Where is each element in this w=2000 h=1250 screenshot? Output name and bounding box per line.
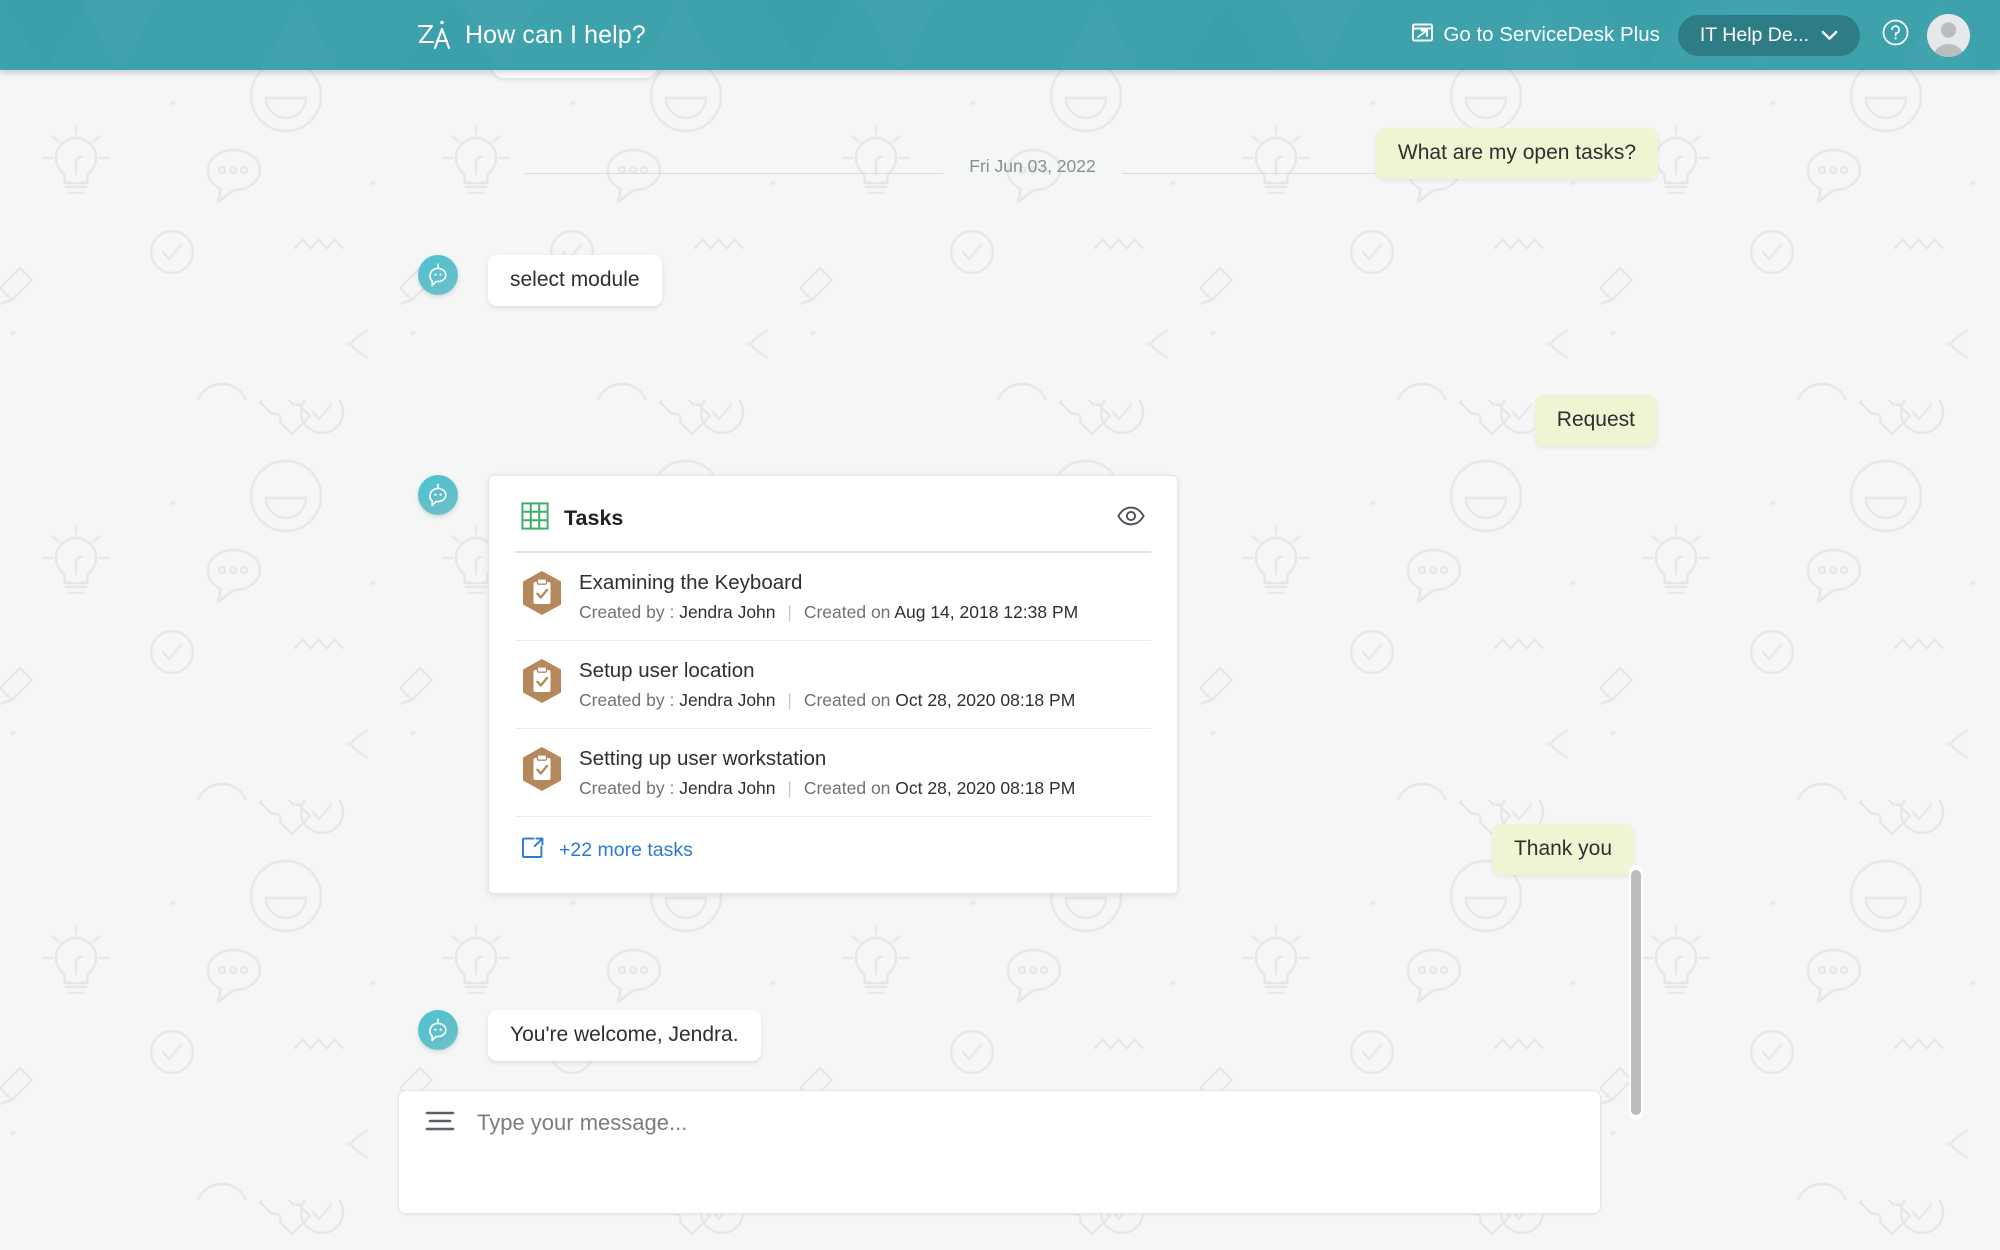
department-selector[interactable]: IT Help De... <box>1678 15 1860 56</box>
task-list-item[interactable]: Setup user location Created by : Jendra … <box>515 641 1151 729</box>
task-title: Setting up user workstation <box>579 747 1075 771</box>
header-actions: Go to ServiceDesk Plus IT Help De... <box>1411 0 1970 70</box>
external-link-icon <box>1411 21 1434 50</box>
message-input[interactable] <box>477 1110 1377 1136</box>
help-question-icon[interactable] <box>1882 19 1909 51</box>
chat-message-bot: You're welcome, Jendra. <box>488 1010 761 1061</box>
created-by-label: Created by : <box>579 602 674 622</box>
chat-scrollbar-thumb[interactable] <box>1631 870 1641 1115</box>
created-by-label: Created by : <box>579 778 674 798</box>
tasks-card: Tasks <box>488 475 1178 894</box>
grid-green-icon <box>521 502 549 535</box>
more-tasks-link[interactable]: +22 more tasks <box>559 839 693 862</box>
created-on-value: Oct 28, 2020 08:18 PM <box>895 690 1075 710</box>
more-tasks-row[interactable]: +22 more tasks <box>515 817 1151 873</box>
user-avatar[interactable] <box>1927 14 1970 57</box>
eye-icon[interactable] <box>1117 506 1145 531</box>
chat-message-list: Fri Jun 03, 2022 What are my open tasks?… <box>0 70 2000 1250</box>
task-meta: Created by : Jendra John | Created on Oc… <box>579 690 1075 711</box>
meta-separator: | <box>780 690 799 710</box>
created-on-label: Created on <box>804 778 891 798</box>
chat-message-user: Thank you <box>1492 824 1634 875</box>
chat-message-user: What are my open tasks? <box>1376 128 1658 179</box>
chat-message-user: Request <box>1535 395 1657 446</box>
created-by-label: Created by : <box>579 690 674 710</box>
tasks-card-row: Tasks <box>418 475 1178 894</box>
task-meta: Created by : Jendra John | Created on Au… <box>579 602 1078 623</box>
go-to-servicedesk-label: Go to ServiceDesk Plus <box>1443 23 1659 47</box>
chat-message-bot: select module <box>488 255 662 306</box>
bot-face-icon <box>418 1010 458 1050</box>
chat-message-bot-row: select module <box>418 255 662 306</box>
task-title: Examining the Keyboard <box>579 571 1078 595</box>
bot-face-icon <box>418 475 458 515</box>
go-to-servicedesk-link[interactable]: Go to ServiceDesk Plus <box>1411 21 1659 50</box>
task-meta: Created by : Jendra John | Created on Oc… <box>579 778 1075 799</box>
divider-line-left <box>525 173 943 174</box>
clipboard-check-hex-icon <box>521 658 563 709</box>
tasks-card-header: Tasks <box>515 498 1151 551</box>
zia-logo-icon <box>415 18 451 52</box>
page-title: How can I help? <box>465 21 646 50</box>
department-label: IT Help De... <box>1700 24 1809 47</box>
clipboard-check-hex-icon <box>521 570 563 621</box>
clipboard-check-hex-icon <box>521 746 563 797</box>
task-title: Setup user location <box>579 659 1075 683</box>
message-composer <box>398 1090 1601 1214</box>
created-on-value: Oct 28, 2020 08:18 PM <box>895 778 1075 798</box>
created-by-value: Jendra John <box>679 778 775 798</box>
chat-message-bot-row: You're welcome, Jendra. <box>418 1010 761 1061</box>
chat-pane: Fri Jun 03, 2022 What are my open tasks?… <box>0 70 2000 1250</box>
created-by-value: Jendra John <box>679 690 775 710</box>
chevron-down-icon <box>1821 24 1838 47</box>
created-by-value: Jendra John <box>679 602 775 622</box>
date-divider-label: Fri Jun 03, 2022 <box>943 156 1121 177</box>
menu-lines-icon[interactable] <box>425 1110 455 1137</box>
header-brand: How can I help? <box>415 0 646 70</box>
created-on-label: Created on <box>804 690 891 710</box>
created-on-value: Aug 14, 2018 12:38 PM <box>894 602 1078 622</box>
task-list-item[interactable]: Examining the Keyboard Created by : Jend… <box>515 553 1151 641</box>
app-header: How can I help? Go to ServiceDesk Plus I… <box>0 0 2000 70</box>
bot-face-icon <box>418 255 458 295</box>
open-external-icon <box>521 836 545 865</box>
task-list-item[interactable]: Setting up user workstation Created by :… <box>515 729 1151 817</box>
tasks-card-title: Tasks <box>564 506 623 531</box>
meta-separator: | <box>780 778 799 798</box>
created-on-label: Created on <box>804 602 891 622</box>
previous-message-clipped <box>492 70 657 78</box>
meta-separator: | <box>780 602 799 622</box>
